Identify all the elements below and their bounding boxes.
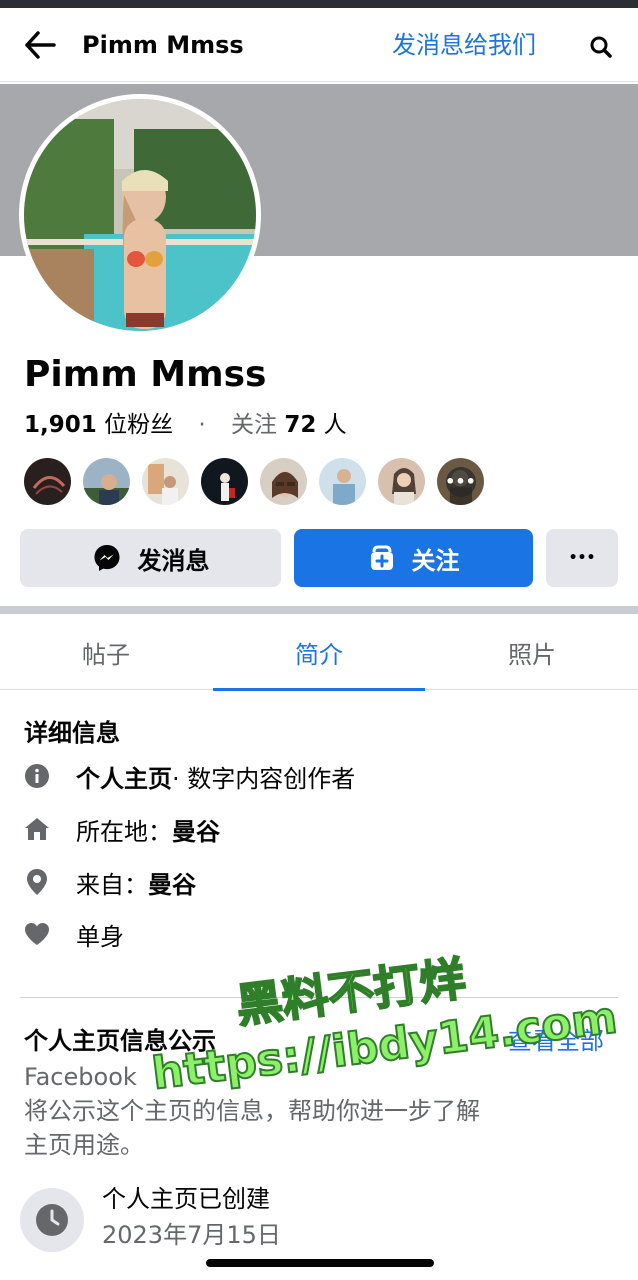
page-type-label: 个人主页 — [76, 764, 172, 793]
section-divider — [0, 606, 638, 614]
follow-add-icon — [368, 544, 396, 572]
clock-icon-badge — [20, 1188, 84, 1252]
home-icon — [22, 814, 52, 844]
page-transparency-title: 个人主页信息公示 — [24, 1027, 216, 1055]
lives-in-label: 所在地： — [76, 817, 172, 846]
transparency-source: Facebook — [24, 1063, 137, 1091]
info-icon — [22, 761, 52, 791]
following-unit: 人 — [323, 412, 347, 438]
profile-picture[interactable] — [19, 94, 261, 336]
top-navigation-bar: Pimm Mmss 发消息给我们 — [0, 8, 638, 82]
following-label[interactable]: 关注 — [231, 412, 277, 438]
friend-avatar[interactable] — [22, 456, 73, 507]
friend-avatar[interactable] — [140, 456, 191, 507]
search-icon — [590, 36, 612, 58]
search-button[interactable] — [584, 30, 618, 64]
friend-avatar[interactable] — [317, 456, 368, 507]
more-options-dots: ••• — [568, 550, 596, 566]
home-indicator[interactable] — [206, 1259, 434, 1267]
messenger-icon — [92, 543, 122, 573]
heart-icon — [22, 919, 52, 949]
see-all-link[interactable]: 查看全部 — [508, 1024, 604, 1058]
relationship-status: 单身 — [76, 922, 124, 951]
arrow-left-icon — [25, 31, 56, 59]
watermark-text-1: 黑料不打烊 — [233, 950, 470, 1034]
info-row-from: 来自： 曼谷 — [22, 862, 196, 902]
status-bar — [0, 0, 638, 8]
message-button-label: 发消息 — [137, 546, 210, 575]
friend-avatar[interactable] — [258, 456, 309, 507]
section-divider-line — [20, 997, 618, 998]
message-button[interactable]: 发消息 — [20, 529, 281, 587]
location-pin-icon — [22, 867, 52, 897]
friend-avatar[interactable] — [199, 456, 250, 507]
friend-avatars-row: ••• — [22, 456, 486, 508]
follow-button-label: 关注 — [411, 546, 460, 575]
page-created-label: 个人主页已创建 — [102, 1185, 270, 1213]
message-us-link[interactable]: 发消息给我们 — [392, 28, 536, 62]
following-count[interactable]: 72 — [284, 412, 316, 438]
tab-posts[interactable]: 帖子 — [0, 614, 212, 690]
back-button[interactable] — [20, 26, 60, 64]
header-title: Pimm Mmss — [82, 31, 244, 59]
page-type-category: · 数字内容创作者 — [172, 764, 356, 793]
page-created-date: 2023年7月15日 — [102, 1221, 281, 1249]
friend-avatar[interactable] — [376, 456, 427, 507]
more-friends-dots: ••• — [445, 466, 476, 497]
profile-tabs: 帖子 简介 照片 — [0, 614, 638, 691]
profile-name: Pimm Mmss — [24, 354, 267, 395]
clock-icon — [36, 1204, 68, 1236]
details-title: 详细信息 — [24, 719, 120, 747]
profile-photo-image — [24, 99, 256, 331]
from-value[interactable]: 曼谷 — [148, 865, 196, 900]
info-row-relationship: 单身 — [22, 914, 124, 954]
follow-stats: 1,901 位粉丝 · 关注 72 人 — [24, 408, 347, 442]
friend-avatar[interactable] — [81, 456, 132, 507]
more-options-button[interactable]: ••• — [546, 529, 618, 587]
info-row-page-type: 个人主页 · 数字内容创作者 — [22, 756, 355, 796]
info-row-lives-in: 所在地： 曼谷 — [22, 809, 220, 849]
followers-label[interactable]: 位粉丝 — [104, 412, 173, 438]
followers-count[interactable]: 1,901 — [24, 412, 97, 438]
from-label: 来自： — [76, 870, 148, 899]
stats-separator: · — [198, 412, 206, 438]
friend-avatar-more[interactable]: ••• — [435, 456, 486, 507]
tab-about[interactable]: 简介 — [213, 614, 425, 691]
lives-in-value[interactable]: 曼谷 — [172, 812, 220, 847]
transparency-description: 将公示这个主页的信息，帮助你进一步了解主页用途。 — [24, 1097, 480, 1159]
follow-button[interactable]: 关注 — [294, 529, 533, 587]
tab-photos[interactable]: 照片 — [426, 614, 638, 690]
